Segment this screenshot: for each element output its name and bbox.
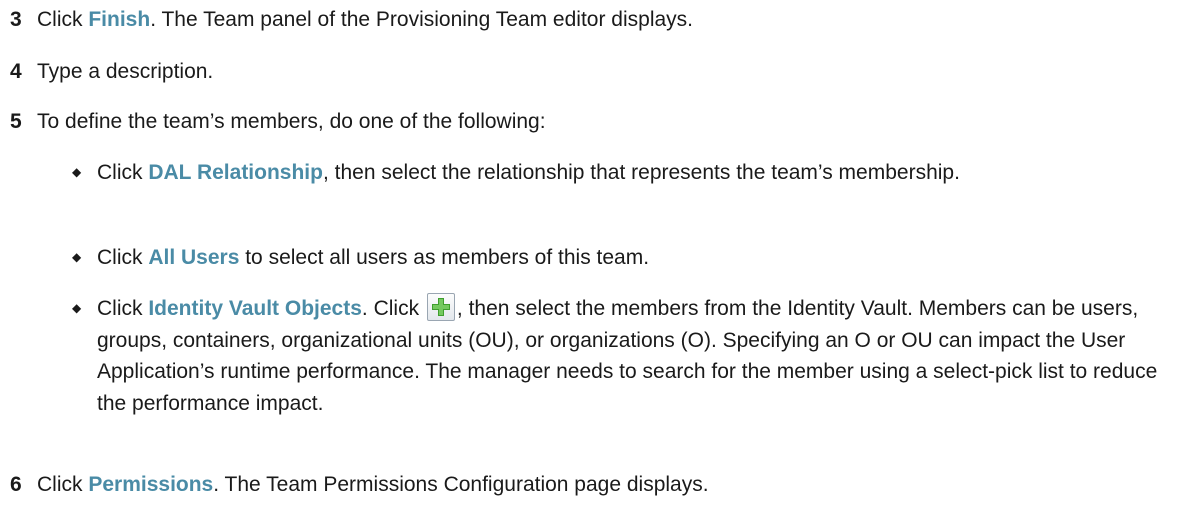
finish-reference: Finish	[88, 8, 151, 31]
step-text: To define the team’s members, do one of …	[37, 110, 546, 133]
step-3: 3 Click Finish. The Team panel of the Pr…	[10, 4, 693, 36]
diamond-bullet-icon: ◆	[72, 301, 82, 315]
bullet-identity-vault-objects: ◆ Click Identity Vault Objects. Click , …	[72, 293, 1162, 419]
step-text: Type a description.	[37, 60, 214, 83]
bullet-all-users: ◆ Click All Users to select all users as…	[72, 242, 1162, 274]
identity-vault-objects-reference: Identity Vault Objects	[148, 297, 362, 320]
bullet-dal-relationship: ◆ Click DAL Relationship, then select th…	[72, 157, 1162, 189]
add-plus-icon	[426, 293, 455, 321]
step-6: 6 Click Permissions. The Team Permission…	[10, 469, 709, 501]
permissions-reference: Permissions	[88, 473, 214, 496]
step-number: 3	[10, 8, 22, 31]
step-5: 5 To define the team’s members, do one o…	[10, 106, 546, 138]
bullet-text: Click All Users to select all users as m…	[97, 246, 650, 269]
step-text: Click Finish. The Team panel of the Prov…	[37, 8, 693, 31]
diamond-bullet-icon: ◆	[72, 250, 82, 264]
bullet-text: Click Identity Vault Objects. Click , th…	[97, 293, 1162, 419]
document-page: 3 Click Finish. The Team panel of the Pr…	[0, 0, 1178, 505]
step-4: 4 Type a description.	[10, 56, 213, 88]
all-users-reference: All Users	[148, 246, 240, 269]
step-number: 5	[10, 110, 22, 133]
diamond-bullet-icon: ◆	[72, 165, 82, 179]
step-number: 6	[10, 473, 22, 496]
step-number: 4	[10, 60, 22, 83]
bullet-text: Click DAL Relationship, then select the …	[97, 161, 960, 184]
step-text: Click Permissions. The Team Permissions …	[37, 473, 709, 496]
dal-relationship-reference: DAL Relationship	[148, 161, 323, 184]
